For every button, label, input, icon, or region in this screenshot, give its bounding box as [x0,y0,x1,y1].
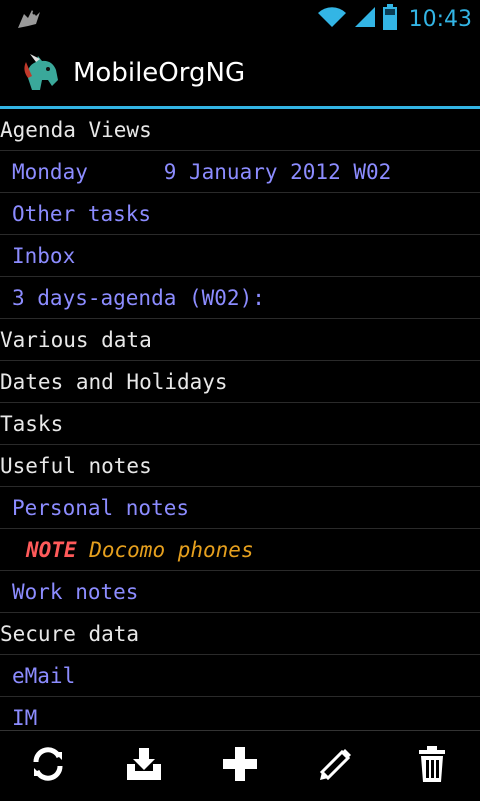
list-item-label: IM [12,705,38,730]
list-item[interactable]: IM [0,697,480,730]
list-item[interactable]: Monday 9 January 2012 W02 [0,151,480,193]
list-item-label: Inbox [12,243,76,268]
wifi-icon [317,5,347,33]
list-item[interactable]: Tasks [0,403,480,445]
list-item[interactable]: NOTE Docomo phones [0,529,480,571]
app-logo-icon[interactable] [18,50,64,96]
delete-icon [412,744,452,788]
list-item[interactable]: Secure data [0,613,480,655]
list-item[interactable]: Personal notes [0,487,480,529]
list-item[interactable]: Various data [0,319,480,361]
notification-icon [14,6,42,32]
list-item-label: Agenda Views [0,117,152,142]
download-icon [124,744,164,788]
list-item[interactable]: eMail [0,655,480,697]
battery-icon [382,4,397,34]
list-item[interactable]: Other tasks [0,193,480,235]
list-item-label: Personal notes [12,495,190,520]
status-clock: 10:43 [408,6,472,32]
download-button[interactable] [122,745,166,787]
list-item-label: Monday 9 January 2012 W02 [12,159,392,184]
signal-icon [353,5,377,33]
add-icon [220,744,260,788]
list-item-label: Various data [0,327,152,352]
list-item-label: Dates and Holidays [0,369,228,394]
list-item-label: eMail [12,663,76,688]
sync-icon [28,744,68,788]
list-item-label: Useful notes [0,453,152,478]
tag-spacer [77,538,90,562]
list-item-label: Secure data [0,621,140,646]
list-item-label: Other tasks [12,201,152,226]
note-title: Docomo phones [89,537,254,562]
list-item[interactable]: Inbox [0,235,480,277]
list-item[interactable]: Agenda Views [0,109,480,151]
outline-list: Agenda Views Monday 9 January 2012 W02 Oth… [0,109,480,729]
list-item[interactable]: Useful notes [0,445,480,487]
status-icons: 10:43 [317,4,472,34]
list-item-label: Tasks [0,411,64,436]
list-item-label: 3 days-agenda (W02): [12,285,265,310]
status-bar: 10:43 [0,0,480,38]
list-item[interactable]: Dates and Holidays [0,361,480,403]
list-item-label: Work notes [12,579,139,604]
edit-icon [316,744,356,788]
action-bar: MobileOrgNG [0,38,480,106]
edit-button[interactable] [314,745,358,787]
list-item[interactable]: 3 days-agenda (W02): [0,277,480,319]
sync-button[interactable] [26,745,70,787]
delete-button[interactable] [410,745,454,787]
bottom-toolbar [0,730,480,801]
list-item[interactable]: Work notes [0,571,480,613]
note-tag: NOTE [26,537,77,562]
app-title: MobileOrgNG [73,58,246,88]
add-button[interactable] [218,745,262,787]
